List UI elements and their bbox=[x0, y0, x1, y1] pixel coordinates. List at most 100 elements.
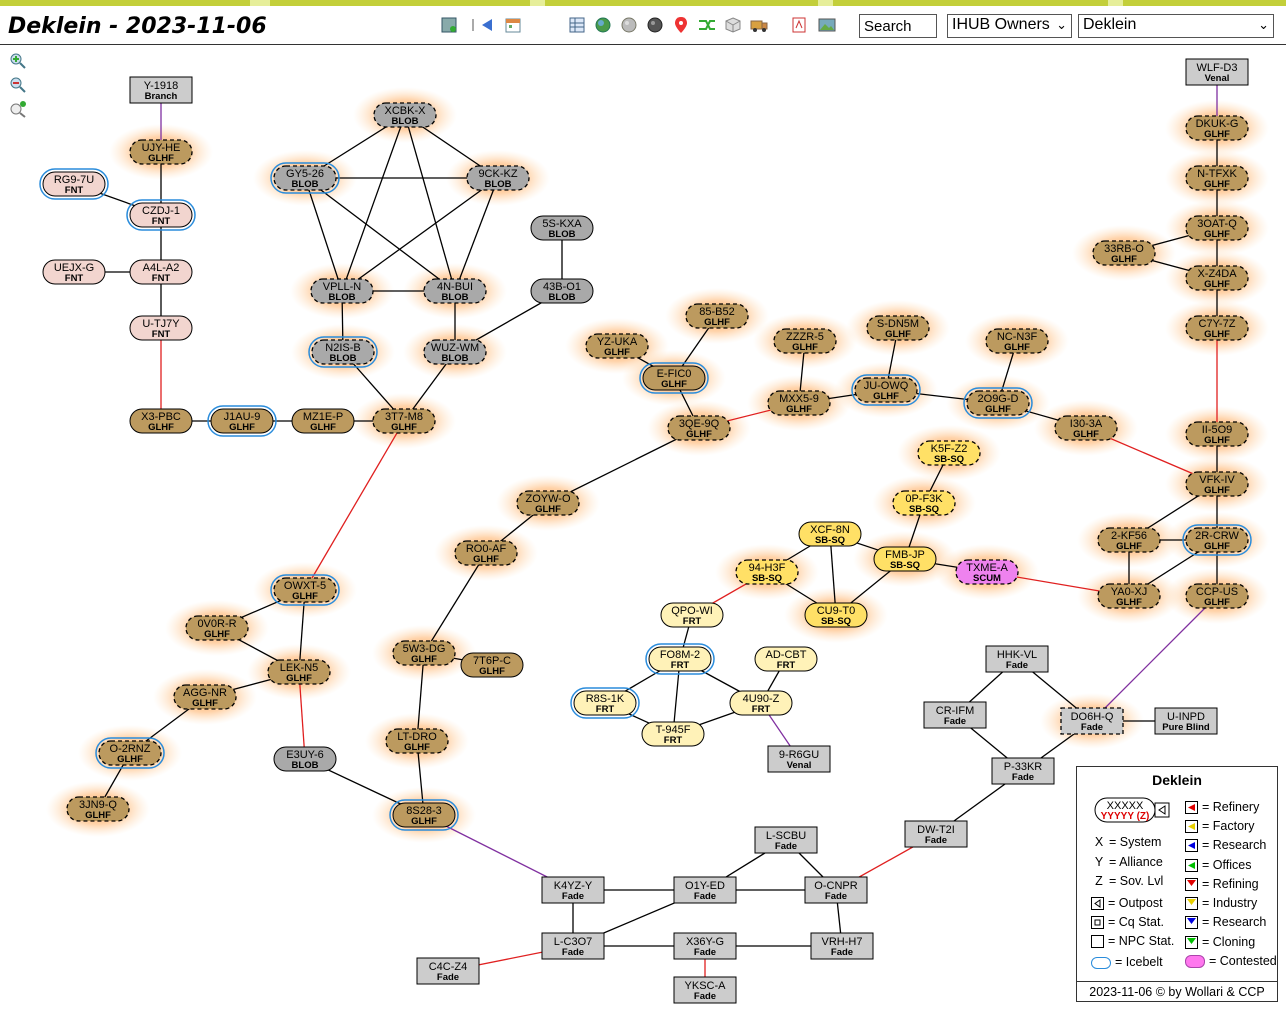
system-node-8S28-3[interactable]: 8S28-3GLHF bbox=[389, 799, 459, 831]
system-node-FMB-JP[interactable]: FMB-JPSB-SQ bbox=[873, 546, 937, 572]
system-node-X-Z4DA[interactable]: X-Z4DAGLHF bbox=[1185, 265, 1249, 291]
system-alliance: GLHF bbox=[604, 347, 630, 358]
system-node-3OAT-Q[interactable]: 3OAT-QGLHF bbox=[1185, 215, 1249, 241]
system-node-I30-3A[interactable]: I30-3AGLHF bbox=[1054, 415, 1118, 441]
system-node-N-TFXK[interactable]: N-TFXKGLHF bbox=[1185, 165, 1249, 191]
system-node-RO0-AF[interactable]: RO0-AFGLHF bbox=[454, 540, 518, 566]
system-node-MZ1E-P[interactable]: MZ1E-PGLHF bbox=[291, 408, 355, 434]
system-node-UEJX-G[interactable]: UEJX-GFNT bbox=[42, 259, 106, 285]
system-node-YZ-UKA[interactable]: YZ-UKAGLHF bbox=[585, 333, 649, 359]
system-node-2O9G-D[interactable]: 2O9G-DGLHF bbox=[963, 387, 1033, 419]
legend-row-ice: = Icebelt bbox=[1091, 955, 1163, 969]
system-node-YA0-XJ[interactable]: YA0-XJGLHF bbox=[1097, 583, 1161, 609]
system-node-9CK-KZ[interactable]: 9CK-KZBLOB bbox=[466, 165, 530, 191]
legend-row-text: = Alliance bbox=[1109, 855, 1163, 869]
industry-icon bbox=[1185, 897, 1198, 911]
system-node-WUZ-WM[interactable]: WUZ-WMBLOB bbox=[423, 339, 487, 365]
system-node-QPO-WI[interactable]: QPO-WIFRT bbox=[660, 602, 724, 628]
system-node-N2IS-B[interactable]: N2IS-BBLOB bbox=[308, 336, 378, 368]
system-node-S-DN5M[interactable]: S-DN5MGLHF bbox=[866, 315, 930, 341]
system-node-3JN9-Q[interactable]: 3JN9-QGLHF bbox=[66, 796, 130, 822]
system-node-AD-CBT[interactable]: AD-CBTFRT bbox=[754, 646, 818, 672]
system-node-A4L-A2[interactable]: A4L-A2FNT bbox=[129, 259, 193, 285]
system-node-P-33KR[interactable]: P-33KRFade bbox=[991, 757, 1055, 785]
system-node-CCP-US[interactable]: CCP-USGLHF bbox=[1185, 583, 1249, 609]
system-alliance: Fade bbox=[437, 972, 459, 983]
system-node-LEK-N5[interactable]: LEK-N5GLHF bbox=[267, 659, 331, 685]
system-node-33RB-O[interactable]: 33RB-OGLHF bbox=[1092, 240, 1156, 266]
system-node-XCF-8N[interactable]: XCF-8NSB-SQ bbox=[798, 521, 862, 547]
system-node-WLF-D3[interactable]: WLF-D3Venal bbox=[1185, 58, 1249, 86]
system-alliance: GLHF bbox=[204, 629, 230, 640]
system-node-DKUK-G[interactable]: DKUK-GGLHF bbox=[1185, 115, 1249, 141]
system-node-5W3-DG[interactable]: 5W3-DGGLHF bbox=[392, 640, 456, 666]
system-node-O-2RNZ[interactable]: O-2RNZGLHF bbox=[95, 737, 165, 769]
system-node-L-SCBU[interactable]: L-SCBUFade bbox=[754, 826, 818, 854]
system-node-U-TJ7Y[interactable]: U-TJ7YFNT bbox=[129, 315, 193, 341]
system-node-AGG-NR[interactable]: AGG-NRGLHF bbox=[173, 684, 237, 710]
system-node-MXX5-9[interactable]: MXX5-9GLHF bbox=[767, 390, 831, 416]
system-node-VFK-IV[interactable]: VFK-IVGLHF bbox=[1185, 471, 1249, 497]
system-node-O1Y-ED[interactable]: O1Y-EDFade bbox=[673, 876, 737, 904]
system-node-K4YZ-Y[interactable]: K4YZ-YFade bbox=[541, 876, 605, 904]
system-node-TXME-A[interactable]: TXME-ASCUM bbox=[955, 559, 1019, 585]
system-node-ZZZR-5[interactable]: ZZZR-5GLHF bbox=[773, 328, 837, 354]
system-node-FO8M-2[interactable]: FO8M-2FRT bbox=[645, 643, 715, 675]
system-node-CZDJ-1[interactable]: CZDJ-1FNT bbox=[126, 199, 196, 231]
system-node-3T7-M8[interactable]: 3T7-M8GLHF bbox=[372, 408, 436, 434]
system-node-CR-IFM[interactable]: CR-IFMFade bbox=[923, 701, 987, 729]
system-node-9-R6GU[interactable]: 9-R6GUVenal bbox=[767, 745, 831, 773]
system-node-L-C3O7[interactable]: L-C3O7Fade bbox=[541, 932, 605, 960]
system-node-GY5-26[interactable]: GY5-26BLOB bbox=[270, 162, 340, 194]
system-node-X3-PBC[interactable]: X3-PBCGLHF bbox=[129, 408, 193, 434]
system-node-85-B52[interactable]: 85-B52GLHF bbox=[685, 303, 749, 329]
system-node-NC-N3F[interactable]: NC-N3FGLHF bbox=[985, 328, 1049, 354]
legend-row-text: = Refining bbox=[1202, 877, 1259, 891]
system-node-OWXT-5[interactable]: OWXT-5GLHF bbox=[270, 574, 340, 606]
system-node-E3UY-6[interactable]: E3UY-6BLOB bbox=[273, 746, 337, 772]
system-alliance: Fade bbox=[825, 891, 847, 902]
system-node-43B-O1[interactable]: 43B-O1BLOB bbox=[530, 278, 594, 304]
system-node-94-H3F[interactable]: 94-H3FSB-SQ bbox=[735, 559, 799, 585]
system-alliance: BLOB bbox=[549, 292, 576, 303]
system-node-T-945F[interactable]: T-945FFRT bbox=[641, 721, 705, 747]
legend-row-text: = Refinery bbox=[1202, 800, 1260, 814]
system-node-Y-1918[interactable]: Y-1918Branch bbox=[129, 76, 193, 104]
system-alliance: Fade bbox=[562, 947, 584, 958]
system-node-II-5O9[interactable]: II-5O9GLHF bbox=[1185, 421, 1249, 447]
system-alliance: GLHF bbox=[1204, 541, 1230, 552]
system-node-7T6P-C[interactable]: 7T6P-CGLHF bbox=[460, 652, 524, 678]
system-node-VRH-H7[interactable]: VRH-H7Fade bbox=[810, 932, 874, 960]
system-node-C4C-Z4[interactable]: C4C-Z4Fade bbox=[416, 957, 480, 985]
system-node-0V0R-R[interactable]: 0V0R-RGLHF bbox=[185, 615, 249, 641]
system-node-U-INPD[interactable]: U-INPDPure Blind bbox=[1154, 707, 1218, 735]
system-node-4N-BUI[interactable]: 4N-BUIBLOB bbox=[423, 278, 487, 304]
system-node-E-FIC0[interactable]: E-FIC0GLHF bbox=[639, 362, 709, 394]
legend-row-text: = Factory bbox=[1202, 819, 1255, 833]
system-node-ZOYW-O[interactable]: ZOYW-OGLHF bbox=[516, 490, 580, 516]
system-node-RG9-7U[interactable]: RG9-7UFNT bbox=[39, 168, 109, 200]
system-node-5S-KXA[interactable]: 5S-KXABLOB bbox=[530, 215, 594, 241]
system-node-K5F-Z2[interactable]: K5F-Z2SB-SQ bbox=[917, 440, 981, 466]
system-node-2R-CRW[interactable]: 2R-CRWGLHF bbox=[1182, 524, 1252, 556]
system-node-LT-DRO[interactable]: LT-DROGLHF bbox=[385, 728, 449, 754]
system-node-YKSC-A[interactable]: YKSC-AFade bbox=[673, 976, 737, 1004]
system-node-HHK-VL[interactable]: HHK-VLFade bbox=[985, 645, 1049, 673]
system-node-JU-OWQ[interactable]: JU-OWQGLHF bbox=[851, 374, 921, 406]
system-node-3QE-9Q[interactable]: 3QE-9QGLHF bbox=[667, 415, 731, 441]
system-node-R8S-1K[interactable]: R8S-1KFRT bbox=[570, 687, 640, 719]
system-node-4U90-Z[interactable]: 4U90-ZFRT bbox=[729, 690, 793, 716]
system-node-C7Y-7Z[interactable]: C7Y-7ZGLHF bbox=[1185, 315, 1249, 341]
system-alliance: GLHF bbox=[1204, 329, 1230, 340]
system-node-UJY-HE[interactable]: UJY-HEGLHF bbox=[129, 139, 193, 165]
system-node-J1AU-9[interactable]: J1AU-9GLHF bbox=[207, 405, 277, 437]
system-node-CU9-T0[interactable]: CU9-T0SB-SQ bbox=[804, 602, 868, 628]
system-node-DO6H-Q[interactable]: DO6H-QFade bbox=[1060, 707, 1124, 735]
system-node-XCBK-X[interactable]: XCBK-XBLOB bbox=[373, 102, 437, 128]
system-node-DW-T2I[interactable]: DW-T2IFade bbox=[904, 820, 968, 848]
system-node-VPLL-N[interactable]: VPLL-NBLOB bbox=[310, 278, 374, 304]
system-node-0P-F3K[interactable]: 0P-F3KSB-SQ bbox=[892, 490, 956, 516]
system-node-O-CNPR[interactable]: O-CNPRFade bbox=[804, 876, 868, 904]
system-node-X36Y-G[interactable]: X36Y-GFade bbox=[673, 932, 737, 960]
system-node-2-KF56[interactable]: 2-KF56GLHF bbox=[1097, 527, 1161, 553]
